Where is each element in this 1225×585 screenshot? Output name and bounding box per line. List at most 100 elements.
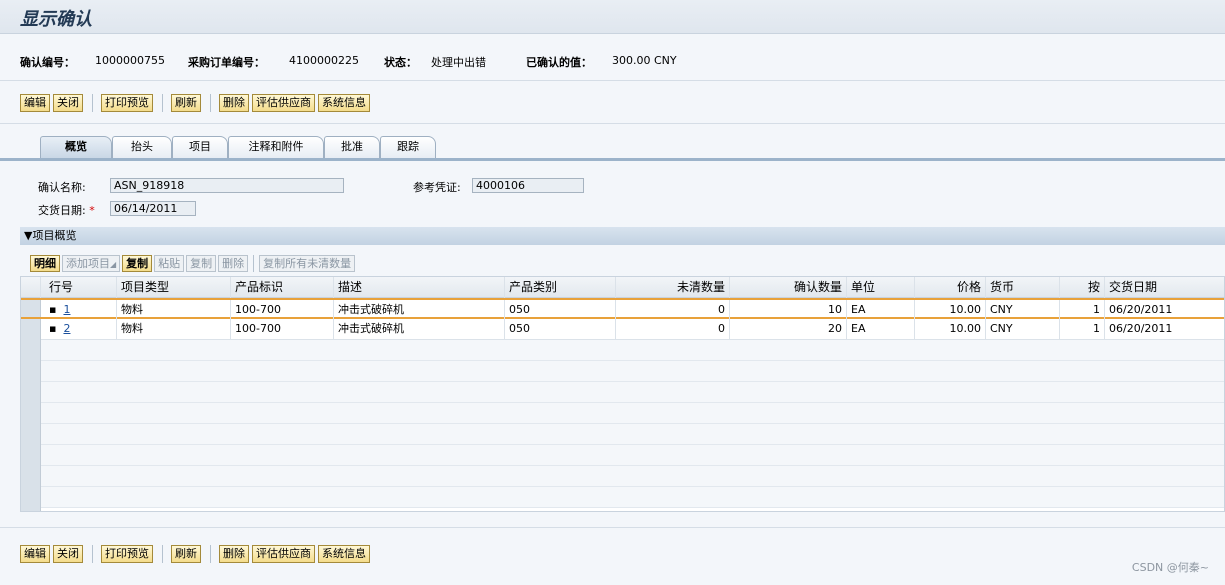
row-selector: [21, 361, 41, 382]
paste-button[interactable]: 粘贴: [154, 254, 185, 272]
empty-row: [21, 340, 1224, 361]
delivery-date-field[interactable]: 06/14/2011: [110, 201, 196, 216]
col-header-unit[interactable]: 单位: [847, 277, 915, 298]
col-header-date[interactable]: 交货日期: [1105, 277, 1224, 298]
status-label: 状态：: [384, 56, 417, 69]
refresh-button[interactable]: 刷新: [171, 94, 201, 112]
empty-row: [21, 466, 1224, 487]
col-header-currency[interactable]: 货币: [986, 277, 1060, 298]
close-button[interactable]: 关闭: [53, 94, 83, 112]
confirm-name-field[interactable]: ASN_918918: [110, 178, 344, 193]
cell-line: ▪ 1: [41, 300, 117, 321]
row-selector: [21, 487, 41, 511]
row-selector[interactable]: [21, 319, 41, 340]
col-header-desc[interactable]: 描述: [334, 277, 505, 298]
cell-unit: EA: [847, 300, 915, 321]
ref-doc-field[interactable]: 4000106: [472, 178, 584, 193]
system-info-button[interactable]: 系统信息: [318, 545, 370, 563]
confirmed-value-label: 已确认的值：: [526, 56, 592, 69]
col-header-conf-qty[interactable]: 确认数量: [730, 277, 847, 298]
cell-date: 06/20/2011: [1109, 303, 1173, 316]
col-header-open-qty[interactable]: 未清数量: [616, 277, 730, 298]
row-selector: [21, 445, 41, 466]
table-row[interactable]: ▪ 1 物料 100-700 冲击式破碎机 050 0 10 EA 10.00 …: [21, 298, 1224, 321]
cell-line: ▪ 2: [41, 319, 117, 340]
cell-product-id: 100-700: [231, 319, 334, 340]
empty-row: [21, 403, 1224, 424]
item-overview-header[interactable]: ▼项目概览: [20, 227, 1225, 245]
info-bar: 确认编号： 1000000755 采购订单编号： 4100000225 状态： …: [0, 44, 1225, 74]
cell-unit: EA: [847, 319, 915, 340]
copy-button[interactable]: 复制: [122, 254, 153, 272]
col-header-product-id[interactable]: 产品标识: [231, 277, 334, 298]
evaluate-supplier-button[interactable]: 评估供应商: [252, 545, 315, 563]
col-header-per[interactable]: 按: [1060, 277, 1105, 298]
col-header-type[interactable]: 项目类型: [117, 277, 231, 298]
dropdown-arrow-icon: ◢: [110, 259, 117, 269]
evaluate-supplier-button[interactable]: 评估供应商: [252, 94, 315, 112]
empty-row: [21, 445, 1224, 466]
cell-per: 1: [1060, 319, 1105, 340]
title-bar: 显示确认: [0, 0, 1225, 34]
tab-approval[interactable]: 批准: [324, 136, 380, 158]
items-table: 行号 项目类型 产品标识 描述 产品类别 未清数量 确认数量 单位 价格 货币 …: [20, 276, 1225, 512]
confirmed-value: 300.00 CNY: [612, 54, 677, 67]
close-button[interactable]: 关闭: [53, 545, 83, 563]
delivery-date-label-text: 交货日期:: [38, 204, 86, 217]
select-all-cell[interactable]: [21, 277, 41, 298]
bullet-icon: ▪: [49, 303, 57, 316]
top-toolbar: 编辑 关闭 打印预览 刷新 删除 评估供应商 系统信息: [20, 94, 373, 112]
bottom-toolbar: 编辑 关闭 打印预览 刷新 删除 评估供应商 系统信息: [20, 545, 373, 563]
edit-button[interactable]: 编辑: [20, 94, 50, 112]
cell-date: 06/20/2011: [1109, 322, 1173, 335]
toolbar-separator: [253, 254, 255, 272]
delete-row-button[interactable]: 删除: [218, 254, 249, 272]
po-no-label: 采购订单编号：: [188, 56, 265, 69]
line-link[interactable]: 1: [63, 303, 70, 316]
confirm-name-label: 确认名称:: [38, 181, 86, 194]
refresh-button[interactable]: 刷新: [171, 545, 201, 563]
row-selector[interactable]: [21, 300, 41, 317]
table-toolbar: 明细 添加项目◢ 复制 粘贴 复制 删除 复制所有未清数量: [30, 254, 357, 272]
cell-type: 物料: [117, 300, 231, 321]
cell-price: 10.00: [915, 319, 986, 340]
tab-underline: [0, 158, 1225, 161]
line-link[interactable]: 2: [63, 322, 70, 335]
delete-button[interactable]: 删除: [219, 94, 249, 112]
system-info-button[interactable]: 系统信息: [318, 94, 370, 112]
table-row[interactable]: ▪ 2 物料 100-700 冲击式破碎机 050 0 20 EA 10.00 …: [21, 319, 1224, 340]
toolbar-separator: [92, 94, 93, 112]
po-no-value: 4100000225: [289, 54, 359, 67]
copy-disabled-button[interactable]: 复制: [186, 254, 217, 272]
row-selector: [21, 340, 41, 361]
detail-button[interactable]: 明细: [30, 254, 60, 272]
tab-header[interactable]: 抬头: [112, 136, 172, 158]
col-header-line[interactable]: 行号: [41, 277, 117, 298]
required-mark: *: [89, 204, 95, 217]
copy-all-open-qty-button[interactable]: 复制所有未清数量: [259, 254, 356, 272]
confirm-no-label: 确认编号：: [20, 56, 75, 69]
page-title: 显示确认: [20, 9, 92, 30]
row-selector: [21, 424, 41, 445]
add-item-button[interactable]: 添加项目◢: [62, 254, 121, 272]
delete-button[interactable]: 删除: [219, 545, 249, 563]
add-item-label: 添加项目: [66, 256, 110, 270]
row-selector: [21, 466, 41, 487]
bullet-icon: ▪: [49, 322, 57, 335]
tab-notes-attachments[interactable]: 注释和附件: [228, 136, 324, 158]
ref-doc-label: 参考凭证:: [413, 181, 461, 194]
cell-open-qty: 0: [616, 319, 730, 340]
empty-row: [21, 361, 1224, 382]
tab-overview[interactable]: 概览: [40, 136, 112, 158]
tab-tracking[interactable]: 跟踪: [380, 136, 436, 158]
col-header-price[interactable]: 价格: [915, 277, 986, 298]
toolbar-separator: [162, 94, 163, 112]
empty-row: [21, 382, 1224, 403]
edit-button[interactable]: 编辑: [20, 545, 50, 563]
print-preview-button[interactable]: 打印预览: [101, 545, 153, 563]
cell-desc: 冲击式破碎机: [334, 300, 505, 321]
print-preview-button[interactable]: 打印预览: [101, 94, 153, 112]
toolbar-separator: [162, 545, 163, 563]
col-header-category[interactable]: 产品类别: [505, 277, 616, 298]
tab-items[interactable]: 项目: [172, 136, 228, 158]
